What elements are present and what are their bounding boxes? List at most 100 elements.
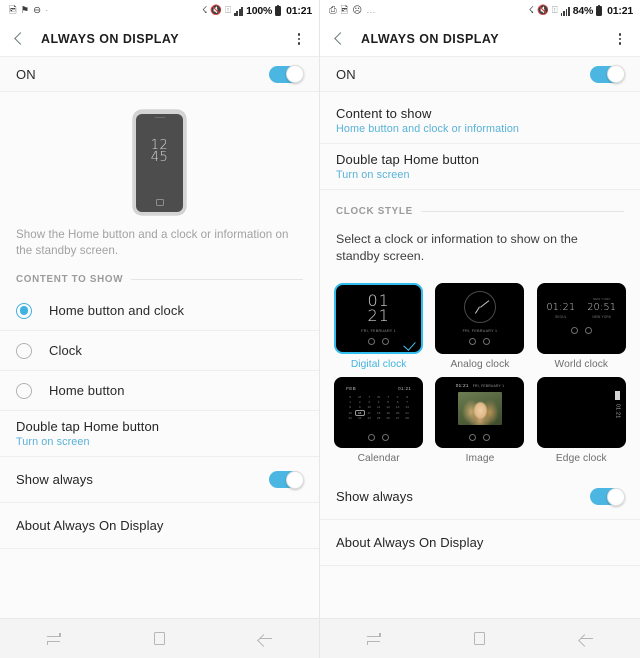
flag-icon: ⚑ [20,5,30,17]
thumbnail-image: 01:21 FRI, FEBRUARY 1 [435,377,525,448]
section-header-label: CONTENT TO SHOW [16,274,124,285]
thumb-date: FRI, FEBRUARY 1 [462,329,498,333]
clock-style-label: Image [465,453,495,464]
more-dot-icon: · [45,5,49,17]
row-double-tap-home-button[interactable]: Double tap Home button Turn on screen [0,411,319,457]
back-icon[interactable] [258,633,273,645]
master-toggle-switch[interactable] [590,65,625,83]
calendar-month: FEB [346,386,356,391]
row-double-tap-home-button[interactable]: Double tap Home button Turn on screen [320,144,640,190]
more-options-icon[interactable] [612,33,628,45]
clock-style-digital-clock[interactable]: 01 21 FRI, FEBRUARY 1 Digital clock [332,283,425,370]
back-icon[interactable] [579,633,594,645]
edge-time: 01:21 [614,404,621,419]
thumbnail-analog-clock: FRI, FEBRUARY 1 [435,283,525,354]
back-icon[interactable] [10,30,28,48]
row-subtitle: Turn on screen [336,169,410,182]
clock-style-world-clock[interactable]: 01:21 SEOUL NEW YORK 20:51 NEW YORK Worl… [535,283,628,370]
status-bar-right-icons: ☇ 🔇 ⍐ 84% 01:21 [528,4,633,17]
option-label: Home button and clock [49,303,185,318]
clock-style-analog-clock[interactable]: FRI, FEBRUARY 1 Analog clock [433,283,526,370]
bluetooth-icon: ☇ [528,5,535,17]
option-clock[interactable]: Clock [0,331,319,371]
clock-style-calendar[interactable]: FEB 01:21 SMTWTFS 1234567 8 9 10 11 12 13 14 1… [332,377,425,464]
battery-icon [275,4,282,16]
radio-button[interactable] [16,382,32,399]
radio-button-selected[interactable] [16,302,32,319]
clock-style-label: Digital clock [350,359,407,370]
clock-style-label: Calendar [357,453,400,464]
right-phone-screen: ⎙ 🖻 ☹ … ☇ 🔇 ⍐ 84% 01:21 ALWAYS ON DISPLA… [320,0,640,658]
row-title: Show always [336,489,413,504]
more-options-icon[interactable] [291,33,307,45]
home-icon[interactable] [474,632,486,645]
settings-body: Content to show Home button and clock or… [320,92,640,618]
master-toggle-switch[interactable] [269,65,304,83]
thumbnail-calendar: FEB 01:21 SMTWTFS 1234567 8 9 10 11 12 13 14 1… [334,377,424,448]
page-title: ALWAYS ON DISPLAY [361,32,500,46]
thumbnail-edge-clock: 01:21 [536,377,626,448]
row-show-always[interactable]: Show always [0,457,319,503]
option-label: Home button [49,383,125,398]
wifi-icon: ⍐ [551,5,558,17]
navigation-bar [0,618,319,658]
left-phone-screen: 🖻 ⚑ ⊖ · ☇ 🔇 ⍐ 100% 01:21 ALWAYS ON DISPL… [0,0,320,658]
master-toggle-label: ON [16,66,36,82]
preview-home-button [155,199,164,206]
row-show-always[interactable]: Show always [320,474,640,520]
clock-style-grid: 01 21 FRI, FEBRUARY 1 Digital clock FRI, … [320,275,640,474]
world-local-time: 01:21 [546,302,576,313]
clock-style-edge-clock[interactable]: 01:21 Edge clock [535,377,628,464]
recents-icon[interactable] [46,632,61,645]
status-bar-clock: 01:21 [607,5,633,17]
home-icon[interactable] [153,632,165,645]
row-content-to-show[interactable]: Content to show Home button and clock or… [320,98,640,144]
row-about-always-on-display[interactable]: About Always On Display [0,503,319,549]
edge-block [614,391,620,400]
back-icon[interactable] [330,30,348,48]
dual-screenshot-container: 🖻 ⚑ ⊖ · ☇ 🔇 ⍐ 100% 01:21 ALWAYS ON DISPL… [0,0,640,658]
show-always-toggle-switch[interactable] [590,487,625,506]
world-remote-header: NEW YORK [592,297,611,301]
row-title: About Always On Display [336,535,484,550]
calendar-time: 01:21 [398,386,412,391]
thumb-date [479,429,480,433]
row-about-always-on-display[interactable]: About Always On Display [320,520,640,566]
emoji-icon: ☹ [352,5,363,17]
wifi-icon: ⍐ [225,5,231,17]
screenshot-icon: ⎙ [329,5,337,17]
clock-style-image[interactable]: 01:21 FRI, FEBRUARY 1 Image [433,377,526,464]
preview-phone-screen: 12 45 [136,114,183,212]
status-bar-left-icons: ⎙ 🖻 ☹ … [329,6,529,16]
battery-icon [596,4,603,16]
status-bar-clock: 01:21 [286,5,312,17]
show-always-toggle-switch[interactable] [269,470,304,489]
signal-icon [560,6,570,16]
master-toggle-label: ON [336,66,356,82]
image-date: FRI, FEBRUARY 1 [472,383,505,388]
option-home-button-and-clock[interactable]: Home button and clock [0,291,319,331]
clock-style-label: World clock [554,359,609,370]
edge-panel: 01:21 [614,391,621,436]
thumb-app-icons [368,434,390,442]
world-remote-label: NEW YORK [592,315,612,319]
master-toggle-row[interactable]: ON [0,56,319,92]
radio-button[interactable] [16,342,32,359]
option-label: Clock [49,343,83,358]
option-home-button[interactable]: Home button [0,371,319,411]
photo-thumbnail [457,392,502,425]
section-divider [131,279,303,280]
row-title: About Always On Display [16,518,164,533]
recents-icon[interactable] [366,632,381,645]
battery-percent: 84% [572,5,594,17]
app-bar: ALWAYS ON DISPLAY [320,22,640,56]
image-icon: 🖻 [9,5,17,17]
thumbnail-digital-clock: 01 21 FRI, FEBRUARY 1 [334,283,424,354]
master-toggle-row[interactable]: ON [320,56,640,92]
preview-clock: 12 45 [150,138,169,165]
analog-dial [463,291,496,323]
signal-icon [233,6,244,16]
status-bar: ⎙ 🖻 ☹ … ☇ 🔇 ⍐ 84% 01:21 [320,0,640,22]
world-local-label: SEOUL [554,315,567,319]
section-header-label: CLOCK STYLE [336,206,413,217]
